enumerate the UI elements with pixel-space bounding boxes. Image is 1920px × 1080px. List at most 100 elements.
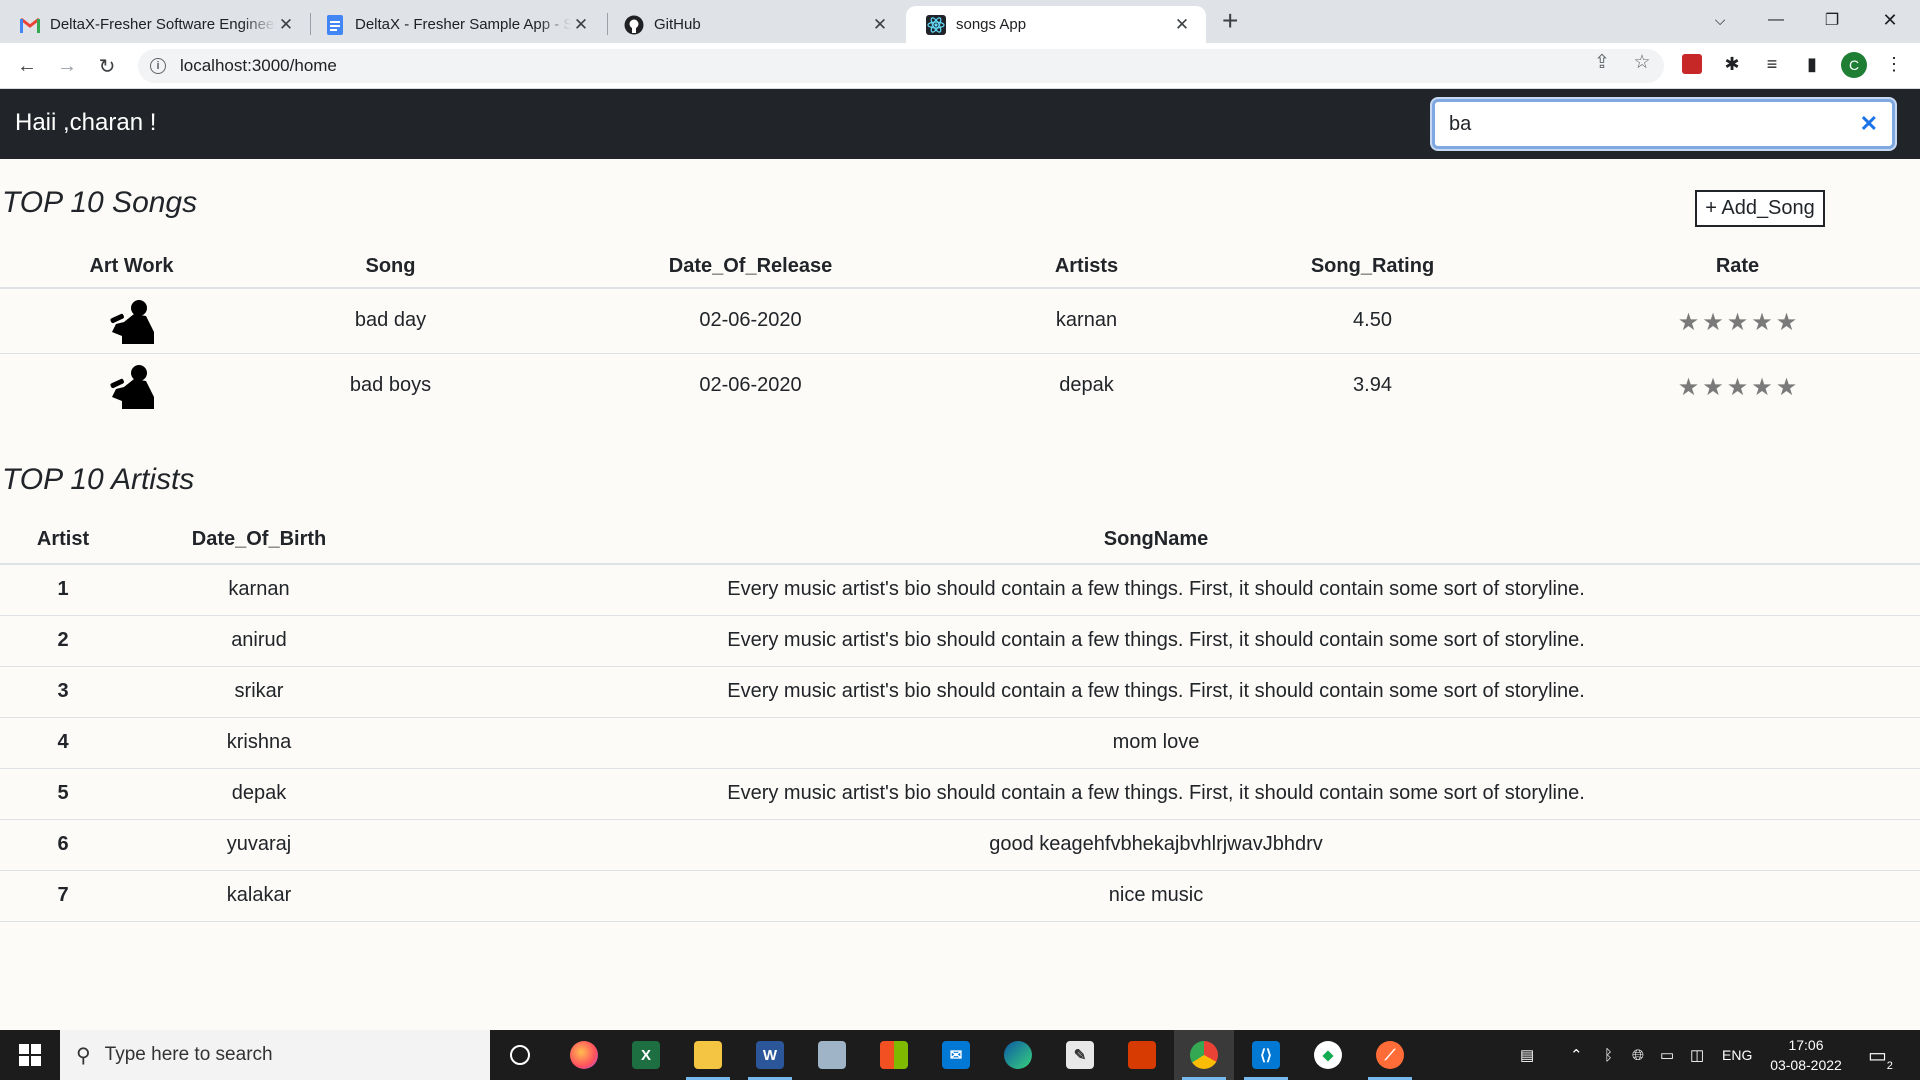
site-info-icon[interactable]: i [150, 58, 166, 74]
new-tab-button[interactable]: + [1222, 6, 1238, 36]
singer-silhouette-icon [109, 299, 154, 344]
files-icon[interactable] [802, 1030, 862, 1080]
notepad-icon[interactable]: ✎ [1050, 1030, 1110, 1080]
star-icon[interactable]: ★ [1702, 373, 1724, 402]
tab-github[interactable]: GitHub ✕ [604, 6, 904, 43]
menu-kebab-icon[interactable]: ⋮ [1882, 52, 1906, 76]
song-rating: 4.50 [1190, 287, 1555, 353]
extensions-puzzle-icon[interactable]: ✱ [1720, 52, 1744, 76]
artwork-cell [0, 287, 263, 353]
star-icon[interactable]: ★ [1727, 308, 1749, 337]
media-control-icon[interactable]: ≡ [1760, 52, 1784, 76]
release-date: 02-06-2020 [518, 352, 983, 418]
profile-avatar[interactable]: C [1841, 52, 1867, 78]
side-panel-icon[interactable]: ▮ [1800, 52, 1824, 76]
gmail-icon [20, 15, 40, 35]
tab-gmail[interactable]: DeltaX-Fresher Software Engineer ✕ [0, 6, 310, 43]
close-icon[interactable]: ✕ [1172, 15, 1192, 35]
postman-icon[interactable]: ⟋ [1360, 1030, 1420, 1080]
network-globe-icon[interactable]: 🌐︎ [1632, 1030, 1644, 1080]
column-header: Date_Of_Birth [126, 512, 392, 565]
tab-docs[interactable]: DeltaX - Fresher Sample App - Spec ✕ [305, 6, 605, 43]
artist-songname: good keagehfvbhekajbvhlrjwavJbhdrv [392, 818, 1920, 870]
star-icon[interactable]: ★ [1702, 308, 1724, 337]
tab-search-chevron-down-icon[interactable]: ⌵ [1692, 0, 1748, 40]
star-icon[interactable]: ★ [1751, 308, 1773, 337]
star-icon[interactable]: ★ [1776, 308, 1798, 337]
close-icon[interactable]: ✕ [276, 15, 296, 35]
rate-stars[interactable]: ★ ★ ★ ★ ★ [1555, 287, 1920, 353]
artist-index: 7 [0, 869, 126, 922]
clear-search-icon[interactable]: ✕ [1860, 113, 1878, 135]
edge-icon[interactable] [988, 1030, 1048, 1080]
system-clock[interactable]: 17:06 03-08-2022 [1764, 1035, 1848, 1075]
cortana-icon[interactable] [490, 1030, 550, 1080]
vscode-icon[interactable]: ⟨⟩ [1236, 1030, 1296, 1080]
star-icon[interactable]: ★ [1776, 373, 1798, 402]
table-row: 1 karnan Every music artist's bio should… [0, 563, 1920, 615]
star-icon[interactable]: ★ [1751, 373, 1773, 402]
minimize-button[interactable]: — [1748, 0, 1804, 40]
battery-icon[interactable]: ▭ [1660, 1030, 1674, 1080]
extension-icon[interactable] [1680, 52, 1704, 76]
search-input[interactable] [1449, 110, 1849, 138]
bluetooth-icon[interactable]: ᛒ [1604, 1030, 1613, 1080]
firefox-icon[interactable] [554, 1030, 614, 1080]
tab-songs-app[interactable]: songs App ✕ [906, 6, 1206, 43]
star-rating[interactable]: ★ ★ ★ ★ ★ [1678, 369, 1798, 402]
rate-stars[interactable]: ★ ★ ★ ★ ★ [1555, 352, 1920, 418]
close-icon[interactable]: ✕ [870, 15, 890, 35]
forward-arrow-icon[interactable]: → [54, 53, 80, 79]
address-bar[interactable]: i localhost:3000/home [138, 49, 1664, 83]
artist-index: 2 [0, 614, 126, 666]
artist-dob: srikar [126, 665, 392, 717]
close-icon[interactable]: ✕ [571, 15, 591, 35]
notification-count: 2 [1886, 1059, 1893, 1072]
search-box[interactable]: ✕ [1432, 99, 1895, 149]
artist-index: 3 [0, 665, 126, 717]
back-arrow-icon[interactable]: ← [14, 53, 40, 79]
reload-icon[interactable]: ↻ [94, 53, 120, 79]
file-explorer-icon[interactable] [678, 1030, 738, 1080]
songs-section-title: TOP 10 Songs [2, 186, 198, 219]
taskbar-search-box[interactable]: ⚲ Type here to search [60, 1030, 490, 1080]
song-name: bad day [263, 287, 518, 353]
column-header: Date_Of_Release [518, 238, 983, 289]
news-widget-icon[interactable]: ▤ [1520, 1030, 1534, 1080]
word-icon[interactable]: W [740, 1030, 800, 1080]
windows-start-icon[interactable] [0, 1030, 60, 1080]
column-header: SongName [392, 512, 1920, 565]
chevron-up-icon[interactable]: ⌃ [1570, 1030, 1583, 1080]
add-song-button[interactable]: + Add_Song [1695, 190, 1825, 227]
excel-icon[interactable]: X [616, 1030, 676, 1080]
notification-icon[interactable]: ▭ 2 [1868, 1030, 1893, 1080]
close-window-button[interactable]: ✕ [1862, 0, 1918, 40]
restore-button[interactable]: ❐ [1804, 0, 1860, 40]
artist-songname: Every music artist's bio should contain … [392, 767, 1920, 819]
star-icon[interactable]: ★ [1678, 308, 1700, 337]
share-icon[interactable]: ⇪ [1590, 50, 1614, 74]
browser-toolbar: ← → ↻ i localhost:3000/home ⇪ ☆ [0, 43, 1920, 89]
github-icon [624, 15, 644, 35]
artist-songname: mom love [392, 716, 1920, 768]
column-header: Art Work [0, 238, 263, 289]
mongodb-compass-icon[interactable]: ⬥ [1298, 1030, 1358, 1080]
artist-index: 4 [0, 716, 126, 768]
language-indicator[interactable]: ENG [1722, 1030, 1752, 1080]
star-icon[interactable]: ★ [1727, 373, 1749, 402]
artist-name: karnan [983, 287, 1190, 353]
table-row: 5 depak Every music artist's bio should … [0, 767, 1920, 819]
artist-name: depak [983, 352, 1190, 418]
star-icon[interactable]: ★ [1678, 373, 1700, 402]
store-icon[interactable] [864, 1030, 924, 1080]
star-rating[interactable]: ★ ★ ★ ★ ★ [1678, 304, 1798, 337]
table-row: 2 anirud Every music artist's bio should… [0, 614, 1920, 666]
tab-title: songs App [956, 16, 1027, 33]
mail-icon[interactable]: ✉ [926, 1030, 986, 1080]
chrome-icon[interactable] [1174, 1030, 1234, 1080]
greeting-text: Haii ,charan ! [15, 109, 157, 136]
office-icon[interactable] [1112, 1030, 1172, 1080]
camera-icon[interactable]: ◫ [1690, 1030, 1704, 1080]
url-text: localhost:3000/home [180, 56, 337, 75]
bookmark-star-icon[interactable]: ☆ [1630, 50, 1654, 74]
